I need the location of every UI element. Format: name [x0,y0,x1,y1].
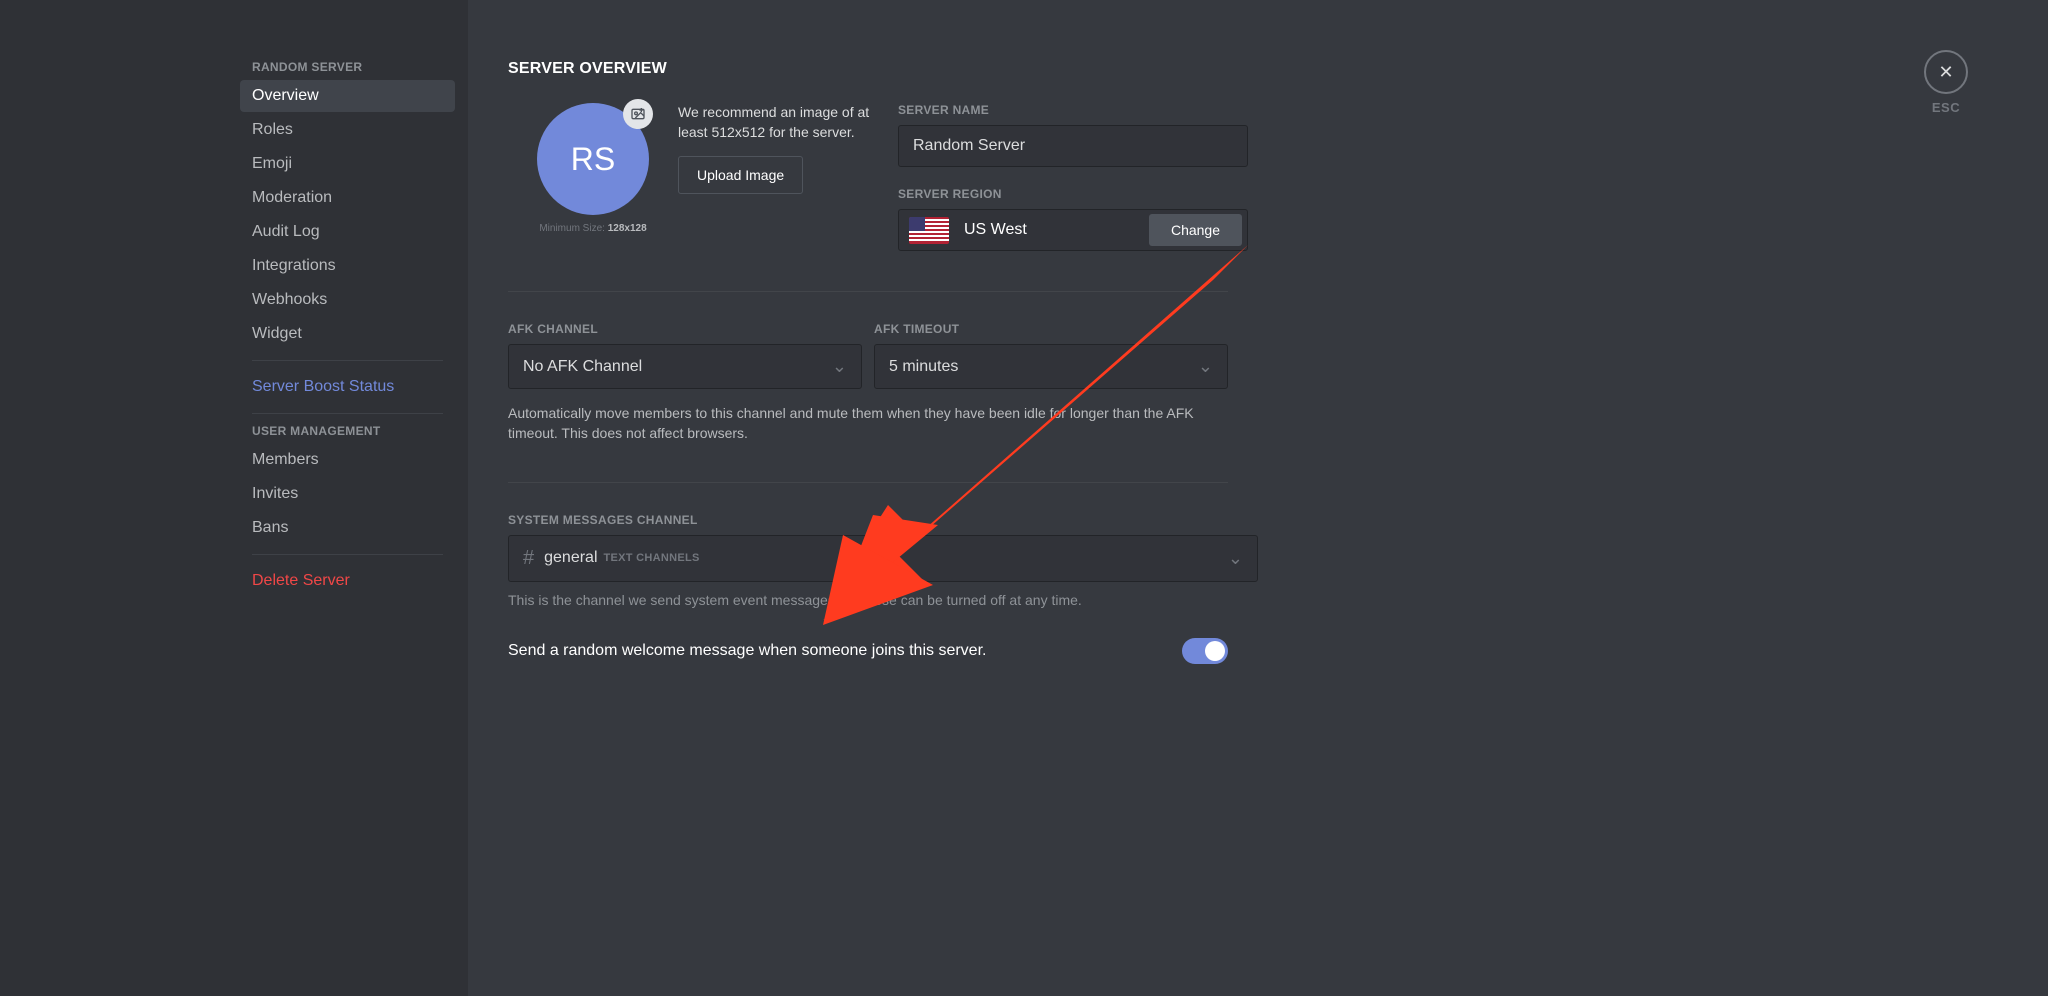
sidebar-user-mgmt-heading: USER MANAGEMENT [240,424,455,444]
server-icon-initials: RS [571,141,615,178]
system-messages-channel-label: SYSTEM MESSAGES CHANNEL [508,513,2008,527]
system-messages-channel-select[interactable]: # general TEXT CHANNELS ⌄ [508,535,1258,582]
server-name-input[interactable] [898,125,1248,167]
afk-channel-label: AFK CHANNEL [508,322,862,336]
server-region-label: SERVER REGION [898,187,1248,201]
content-separator [508,291,1228,292]
welcome-message-toggle-label: Send a random welcome message when someo… [508,642,1162,660]
sidebar-item-invites[interactable]: Invites [240,478,455,510]
upload-image-button[interactable]: Upload Image [678,156,803,194]
sidebar-item-integrations[interactable]: Integrations [240,250,455,282]
sidebar-item-emoji[interactable]: Emoji [240,148,455,180]
afk-channel-select[interactable]: No AFK Channel ⌄ [508,344,862,389]
upload-image-icon[interactable] [623,99,653,129]
sidebar-item-bans[interactable]: Bans [240,512,455,544]
chevron-down-icon: ⌄ [832,356,847,377]
system-channel-category: TEXT CHANNELS [604,552,700,564]
sidebar-item-widget[interactable]: Widget [240,318,455,350]
page-title: SERVER OVERVIEW [508,60,2008,78]
sidebar-item-moderation[interactable]: Moderation [240,182,455,214]
afk-timeout-select[interactable]: 5 minutes ⌄ [874,344,1228,389]
settings-sidebar: RANDOM SERVER Overview Roles Emoji Moder… [0,0,468,996]
sidebar-item-server-boost[interactable]: Server Boost Status [240,371,455,403]
welcome-message-toggle[interactable] [1182,638,1228,664]
content-separator [508,482,1228,483]
chevron-down-icon: ⌄ [1198,356,1213,377]
chevron-down-icon: ⌄ [1228,548,1243,569]
sidebar-separator [252,360,443,361]
sidebar-item-delete-server[interactable]: Delete Server [240,565,455,597]
sidebar-item-roles[interactable]: Roles [240,114,455,146]
sidebar-separator [252,413,443,414]
sidebar-item-members[interactable]: Members [240,444,455,476]
system-messages-help-text: This is the channel we send system event… [508,592,1228,608]
sidebar-separator [252,554,443,555]
server-name-label: SERVER NAME [898,103,1248,117]
close-icon: ✕ [1938,63,1953,81]
toggle-knob [1205,641,1225,661]
content-pane: SERVER OVERVIEW RS Minimum Size: 128x128… [468,0,2048,996]
sidebar-item-audit-log[interactable]: Audit Log [240,216,455,248]
afk-timeout-label: AFK TIMEOUT [874,322,1228,336]
server-region-value: US West [964,221,1149,239]
system-channel-name: general [544,549,597,567]
afk-channel-value: No AFK Channel [523,358,832,376]
minimum-size-hint: Minimum Size: 128x128 [508,223,678,234]
afk-help-text: Automatically move members to this chann… [508,403,1228,444]
hash-icon: # [523,547,534,570]
afk-timeout-value: 5 minutes [889,358,1198,376]
close-button[interactable]: ✕ [1924,50,1968,94]
esc-label: ESC [1924,100,1968,115]
change-region-button[interactable]: Change [1149,214,1242,246]
us-flag-icon [909,217,949,244]
server-region-row: US West Change [898,209,1248,251]
sidebar-item-webhooks[interactable]: Webhooks [240,284,455,316]
image-recommendation: We recommend an image of at least 512x51… [678,103,878,142]
sidebar-server-heading: RANDOM SERVER [240,60,455,80]
sidebar-item-overview[interactable]: Overview [240,80,455,112]
